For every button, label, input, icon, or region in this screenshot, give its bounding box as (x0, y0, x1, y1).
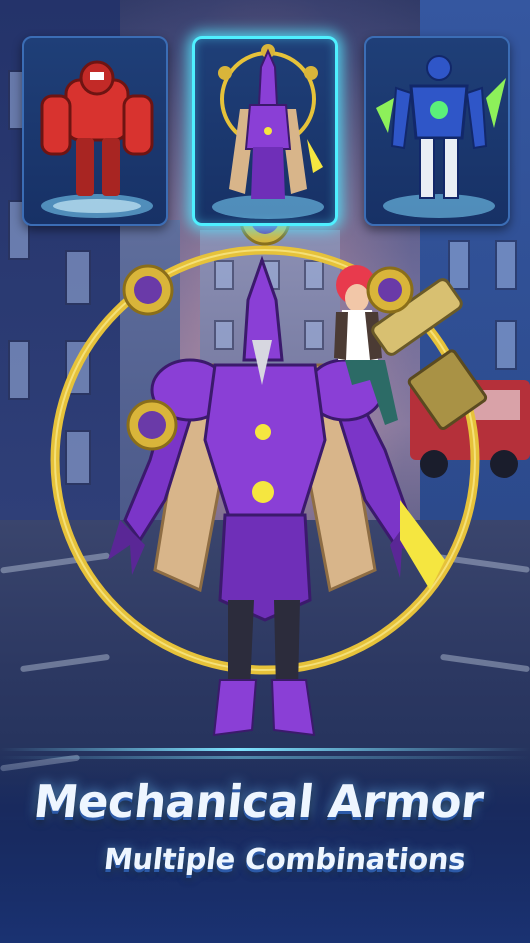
robot-card-purple[interactable] (192, 36, 338, 226)
robot-card-blue[interactable] (364, 36, 510, 226)
headline-text: Mechanical Armor (31, 775, 486, 828)
red-robot-figure (40, 60, 154, 218)
game-scene: Mechanical Armor Multiple Combinations (0, 0, 530, 943)
purple-robot-figure (212, 44, 324, 219)
blue-robot-figure (376, 55, 506, 218)
subline-text: Multiple Combinations (102, 842, 468, 876)
robot-card-red[interactable] (22, 36, 168, 226)
